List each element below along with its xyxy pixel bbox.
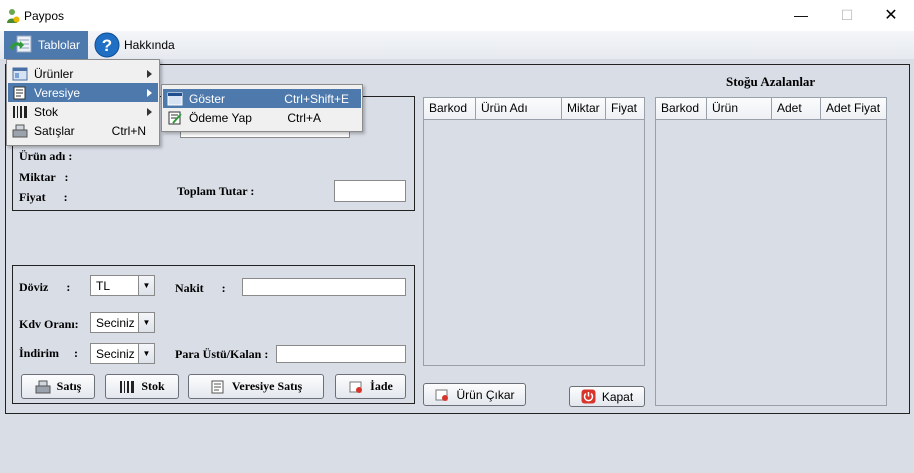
column-header[interactable]: Barkod <box>656 98 707 119</box>
cart-table-header: Barkod Ürün Adı Miktar Fiyat <box>424 98 644 120</box>
payment-icon <box>168 111 182 124</box>
miktar-label: Miktar : <box>19 170 69 184</box>
indirim-select[interactable]: Seciniz ▼ <box>90 343 155 364</box>
cash-register-icon <box>35 380 51 393</box>
menu-tablolar-label: Tablolar <box>38 38 81 52</box>
urun-cikar-label: Ürün Çıkar <box>456 387 515 402</box>
remove-item-icon <box>435 389 449 401</box>
kdv-select[interactable]: Seciniz ▼ <box>90 312 155 333</box>
toplam-tutar-field[interactable] <box>334 180 406 202</box>
chevron-right-icon <box>147 107 152 116</box>
low-stock-table[interactable]: Barkod Ürün Adet Adet Fiyat <box>655 97 887 406</box>
column-header[interactable]: Barkod <box>424 98 476 119</box>
column-header[interactable]: Ürün <box>707 98 772 119</box>
column-header[interactable]: Ürün Adı <box>476 98 562 119</box>
menu-hakkinda-label: Hakkında <box>124 38 175 52</box>
chevron-right-icon <box>147 69 152 78</box>
menu-item-satislar[interactable]: Satışlar Ctrl+N <box>8 121 158 140</box>
app-logo-icon <box>7 9 20 23</box>
menu-item-urunler[interactable]: Ürünler <box>8 64 158 83</box>
window-title: Paypos <box>24 9 65 23</box>
chevron-down-icon: ▼ <box>138 276 154 295</box>
menu-item-label: Göster <box>189 91 226 106</box>
column-header[interactable]: Adet Fiyat <box>821 98 886 119</box>
menu-item-stok[interactable]: Stok <box>8 102 158 121</box>
maximize-button[interactable]: ☐ <box>824 0 870 31</box>
menu-item-goster[interactable]: Göster Ctrl+Shift+E <box>163 89 361 108</box>
menu-item-veresiye[interactable]: Veresiye <box>8 83 158 102</box>
fiyat-label: Fiyat : <box>19 190 68 204</box>
urun-cikar-button[interactable]: Ürün Çıkar <box>423 383 526 406</box>
indirim-value: Seciniz <box>96 346 135 361</box>
kdv-label: Kdv Oranı: <box>19 317 79 331</box>
cart-table[interactable]: Barkod Ürün Adı Miktar Fiyat <box>423 97 645 366</box>
sales-icon <box>12 124 28 137</box>
chevron-down-icon: ▼ <box>138 313 154 332</box>
kdv-value: Seciniz <box>96 315 135 330</box>
products-icon <box>12 67 28 80</box>
tablolar-dropdown: Ürünler Veresiye Stok Satışlar Ctrl+N <box>6 59 160 146</box>
ledger-icon <box>13 86 26 99</box>
column-header[interactable]: Miktar <box>562 98 606 119</box>
nakit-label: Nakit : <box>175 281 226 295</box>
menu-item-accelerator: Ctrl+Shift+E <box>284 91 349 106</box>
help-icon: ? <box>94 32 120 58</box>
menu-item-label: Ürünler <box>34 66 74 81</box>
chevron-down-icon: ▼ <box>138 344 154 363</box>
urun-adi-label: Ürün adı : <box>19 149 73 163</box>
para-ustu-input[interactable] <box>276 345 406 363</box>
para-ustu-label: Para Üstü/Kalan : <box>175 347 269 361</box>
menu-item-accelerator: Ctrl+N <box>111 123 146 138</box>
kapat-button[interactable]: Kapat <box>569 386 645 407</box>
indirim-label: İndirim : <box>19 346 79 360</box>
window-icon <box>167 92 183 105</box>
doviz-value: TL <box>96 278 111 293</box>
satis-button[interactable]: Satış <box>21 374 95 399</box>
iade-button[interactable]: İade <box>335 374 406 399</box>
chevron-right-icon <box>147 88 152 97</box>
iade-label: İade <box>370 379 393 393</box>
nakit-input[interactable] <box>242 278 406 296</box>
title-bar <box>0 0 914 31</box>
low-stock-title: Stoğu Azalanlar <box>726 74 816 89</box>
kapat-label: Kapat <box>601 389 634 404</box>
low-stock-table-header: Barkod Ürün Adet Adet Fiyat <box>656 98 886 120</box>
stok-button[interactable]: Stok <box>105 374 179 399</box>
stock-icon <box>13 105 27 118</box>
svg-text:?: ? <box>102 36 112 55</box>
minimize-button[interactable]: — <box>778 0 824 31</box>
menu-item-odeme-yap[interactable]: Ödeme Yap Ctrl+A <box>163 108 361 127</box>
close-window-button[interactable]: ✕ <box>868 0 914 31</box>
menu-item-label: Satışlar <box>34 123 75 138</box>
menu-item-accelerator: Ctrl+A <box>287 110 321 125</box>
doviz-select[interactable]: TL ▼ <box>90 275 155 296</box>
menu-item-label: Ödeme Yap <box>189 110 252 125</box>
menu-item-label: Veresiye <box>34 85 81 100</box>
stok-label: Stok <box>141 379 165 393</box>
tables-icon <box>10 35 32 53</box>
satis-label: Satış <box>56 379 82 393</box>
menu-tablolar[interactable]: Tablolar <box>4 31 88 59</box>
doviz-label: Döviz : <box>19 280 71 294</box>
return-icon <box>349 381 363 393</box>
power-icon <box>581 389 596 404</box>
barcode-icon <box>120 380 135 393</box>
menu-hakkinda[interactable]: ? Hakkında <box>90 31 180 59</box>
veresiye-satis-button[interactable]: Veresiye Satış <box>188 374 324 399</box>
toplam-tutar-label: Toplam Tutar : <box>177 184 255 198</box>
column-header[interactable]: Fiyat <box>606 98 644 119</box>
veresiye-satis-label: Veresiye Satış <box>231 379 303 393</box>
menu-item-label: Stok <box>34 104 59 119</box>
ledger-icon <box>211 380 224 393</box>
column-header[interactable]: Adet <box>772 98 821 119</box>
veresiye-submenu: Göster Ctrl+Shift+E Ödeme Yap Ctrl+A <box>161 84 363 132</box>
